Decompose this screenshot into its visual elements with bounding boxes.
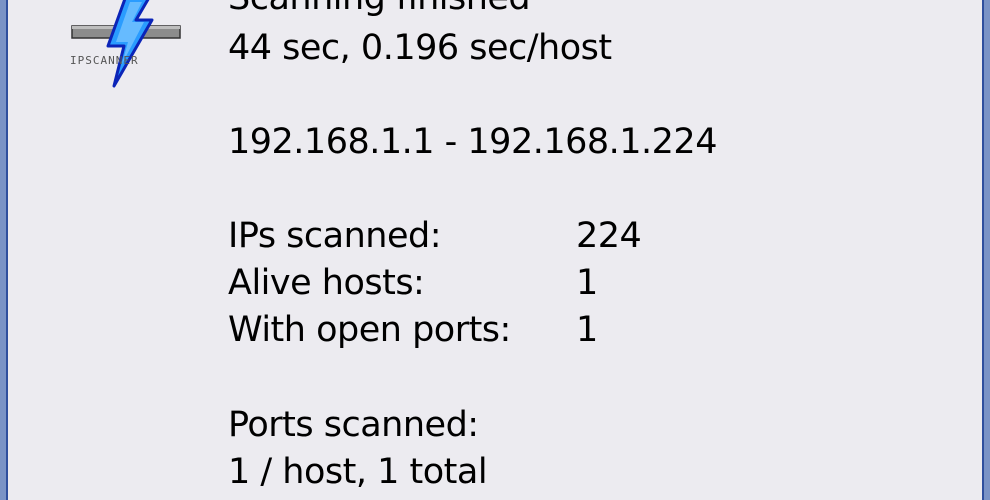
duration-text: 44 sec, 0.196 sec/host: [228, 28, 612, 68]
ips-scanned-label: IPs scanned:: [228, 216, 442, 256]
open-ports-label: With open ports:: [228, 310, 511, 350]
scan-summary: Scanning finished 44 sec, 0.196 sec/host…: [6, 0, 984, 500]
ports-scanned-value: 1 / host, 1 total: [228, 452, 488, 492]
ips-scanned-value: 224: [576, 216, 642, 256]
alive-hosts-value: 1: [576, 263, 598, 303]
alive-hosts-label: Alive hosts:: [228, 263, 425, 303]
ip-range-text: 192.168.1.1 - 192.168.1.224: [228, 122, 717, 162]
scan-statistics-window: IPSCANNER Scanning finished 44 sec, 0.19…: [0, 0, 990, 500]
status-text: Scanning finished: [228, 0, 531, 18]
open-ports-value: 1: [576, 310, 598, 350]
ports-scanned-label: Ports scanned:: [228, 405, 479, 445]
